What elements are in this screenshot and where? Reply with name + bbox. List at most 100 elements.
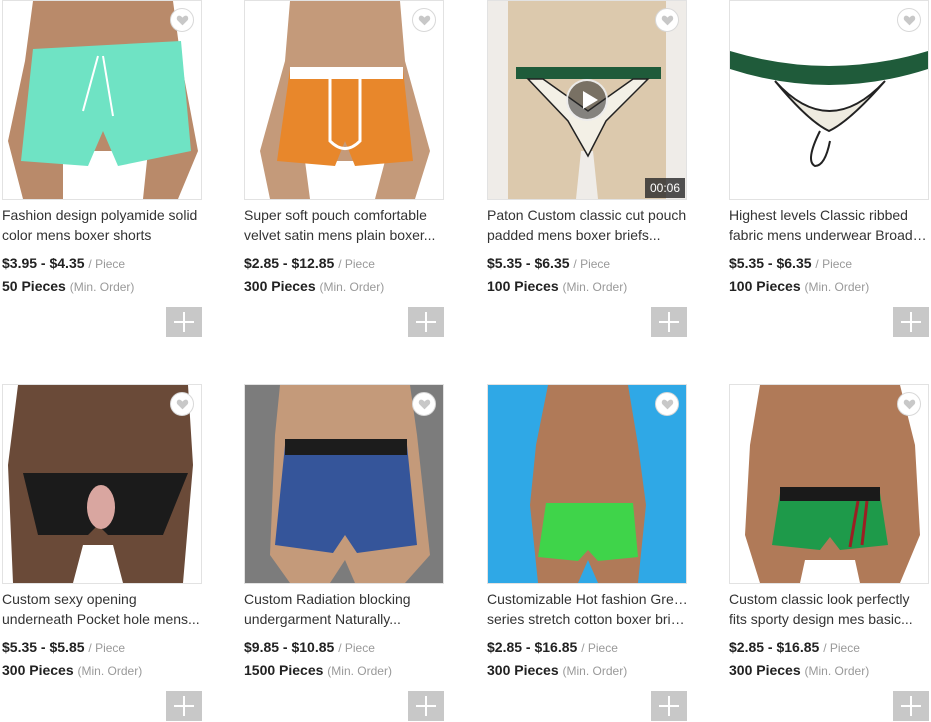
favorite-button[interactable] [412, 392, 436, 416]
price-range: $2.85 - $12.85 / Piece [244, 255, 446, 272]
product-title[interactable]: Custom sexy opening underneath Pocket hol… [2, 589, 204, 629]
product-card[interactable]: Super soft pouch comfortable velvet satin… [244, 0, 446, 337]
play-icon[interactable] [566, 79, 608, 121]
price-value: $2.85 - $16.85 [729, 639, 820, 655]
price-value: $5.35 - $6.35 [729, 255, 812, 271]
min-order-value: 300 Pieces [729, 662, 801, 678]
min-order: 1500 Pieces (Min. Order) [244, 662, 446, 679]
min-order: 300 Pieces (Min. Order) [729, 662, 931, 679]
product-image[interactable] [729, 0, 929, 200]
add-to-compare-button[interactable] [408, 691, 444, 721]
price-range: $2.85 - $16.85 / Piece [729, 639, 931, 656]
price-unit: / Piece [338, 641, 375, 655]
product-photo [3, 385, 201, 583]
price-range: $2.85 - $16.85 / Piece [487, 639, 689, 656]
product-card[interactable]: Custom classic look perfectly fits sporty… [729, 384, 931, 721]
product-title[interactable]: Customizable Hot fashion Green series str… [487, 589, 689, 629]
min-order-value: 100 Pieces [729, 278, 801, 294]
product-title[interactable]: Highest levels Classic ribbed fabric mens… [729, 205, 931, 245]
price-range: $3.95 - $4.35 / Piece [2, 255, 204, 272]
price-range: $5.35 - $6.35 / Piece [487, 255, 689, 272]
favorite-button[interactable] [170, 8, 194, 32]
min-order-value: 100 Pieces [487, 278, 559, 294]
add-to-compare-button[interactable] [651, 307, 687, 337]
add-to-compare-button[interactable] [651, 691, 687, 721]
price-value: $5.35 - $5.85 [2, 639, 85, 655]
product-title-line: padded mens boxer briefs... [487, 227, 661, 243]
favorite-button[interactable] [655, 392, 679, 416]
product-photo [3, 1, 201, 199]
min-order-label: (Min. Order) [804, 664, 870, 678]
min-order: 300 Pieces (Min. Order) [2, 662, 204, 679]
product-title[interactable]: Custom classic look perfectly fits sporty… [729, 589, 931, 629]
product-title-line: Custom Radiation blocking [244, 591, 411, 607]
price-unit: / Piece [815, 257, 853, 271]
min-order: 300 Pieces (Min. Order) [244, 278, 446, 295]
product-image[interactable] [244, 0, 444, 200]
product-title-line: Highest levels Classic ribbed [729, 207, 908, 223]
min-order-value: 300 Pieces [487, 662, 559, 678]
min-order-label: (Min. Order) [562, 280, 628, 294]
add-to-compare-button[interactable] [408, 307, 444, 337]
product-card[interactable]: 00:06 Paton Custom classic cut pouch padde… [487, 0, 689, 337]
min-order-value: 300 Pieces [244, 278, 316, 294]
add-to-compare-button[interactable] [893, 691, 929, 721]
product-photo [730, 385, 928, 583]
product-title-line: Fashion design polyamide solid [2, 207, 198, 223]
product-title-line: Custom classic look perfectly [729, 591, 910, 607]
price-value: $3.95 - $4.35 [2, 255, 85, 271]
video-duration: 00:06 [644, 178, 685, 198]
product-title-line: Custom sexy opening [2, 591, 137, 607]
product-image[interactable] [2, 384, 202, 584]
product-photo [245, 385, 443, 583]
favorite-button[interactable] [655, 8, 679, 32]
product-title-line: series stretch cotton boxer brie... [487, 611, 689, 627]
product-card[interactable]: Highest levels Classic ribbed fabric mens… [729, 0, 931, 337]
product-photo [730, 1, 928, 199]
product-card[interactable]: Custom Radiation blocking undergarment Na… [244, 384, 446, 721]
min-order-label: (Min. Order) [319, 280, 385, 294]
product-title-line: Customizable Hot fashion Green [487, 591, 689, 607]
product-image[interactable] [2, 0, 202, 200]
product-image[interactable] [487, 384, 687, 584]
product-title[interactable]: Custom Radiation blocking undergarment Na… [244, 589, 446, 629]
product-title-line: underneath Pocket hole mens... [2, 611, 200, 627]
heart-icon [418, 399, 430, 409]
product-title[interactable]: Super soft pouch comfortable velvet satin… [244, 205, 446, 245]
favorite-button[interactable] [170, 392, 194, 416]
price-value: $5.35 - $6.35 [487, 255, 570, 271]
heart-icon [176, 15, 188, 25]
product-title-line: velvet satin mens plain boxer... [244, 227, 436, 243]
add-to-compare-button[interactable] [893, 307, 929, 337]
product-image[interactable] [729, 384, 929, 584]
price-range: $5.35 - $6.35 / Piece [729, 255, 931, 272]
product-title-line: fits sporty design mes basic... [729, 611, 913, 627]
product-title[interactable]: Paton Custom classic cut pouch padded men… [487, 205, 689, 245]
product-card[interactable]: Custom sexy opening underneath Pocket hol… [2, 384, 204, 721]
favorite-button[interactable] [412, 8, 436, 32]
heart-icon [176, 399, 188, 409]
price-unit: / Piece [581, 641, 618, 655]
min-order-value: 300 Pieces [2, 662, 74, 678]
min-order-label: (Min. Order) [77, 664, 143, 678]
price-unit: / Piece [88, 641, 126, 655]
price-range: $5.35 - $5.85 / Piece [2, 639, 204, 656]
price-unit: / Piece [573, 257, 611, 271]
product-title-line: color mens boxer shorts [2, 227, 152, 243]
add-to-compare-button[interactable] [166, 691, 202, 721]
product-card[interactable]: Fashion design polyamide solid color mens… [2, 0, 204, 337]
min-order-label: (Min. Order) [327, 664, 392, 678]
min-order: 100 Pieces (Min. Order) [729, 278, 931, 295]
min-order-value: 1500 Pieces [244, 662, 324, 678]
min-order: 50 Pieces (Min. Order) [2, 278, 204, 295]
product-image[interactable]: 00:06 [487, 0, 687, 200]
product-title-line: Paton Custom classic cut pouch [487, 207, 687, 223]
add-to-compare-button[interactable] [166, 307, 202, 337]
heart-icon [418, 15, 430, 25]
product-card[interactable]: Customizable Hot fashion Green series str… [487, 384, 689, 721]
product-image[interactable] [244, 384, 444, 584]
favorite-button[interactable] [897, 8, 921, 32]
min-order: 100 Pieces (Min. Order) [487, 278, 689, 295]
product-title[interactable]: Fashion design polyamide solid color mens… [2, 205, 204, 245]
favorite-button[interactable] [897, 392, 921, 416]
